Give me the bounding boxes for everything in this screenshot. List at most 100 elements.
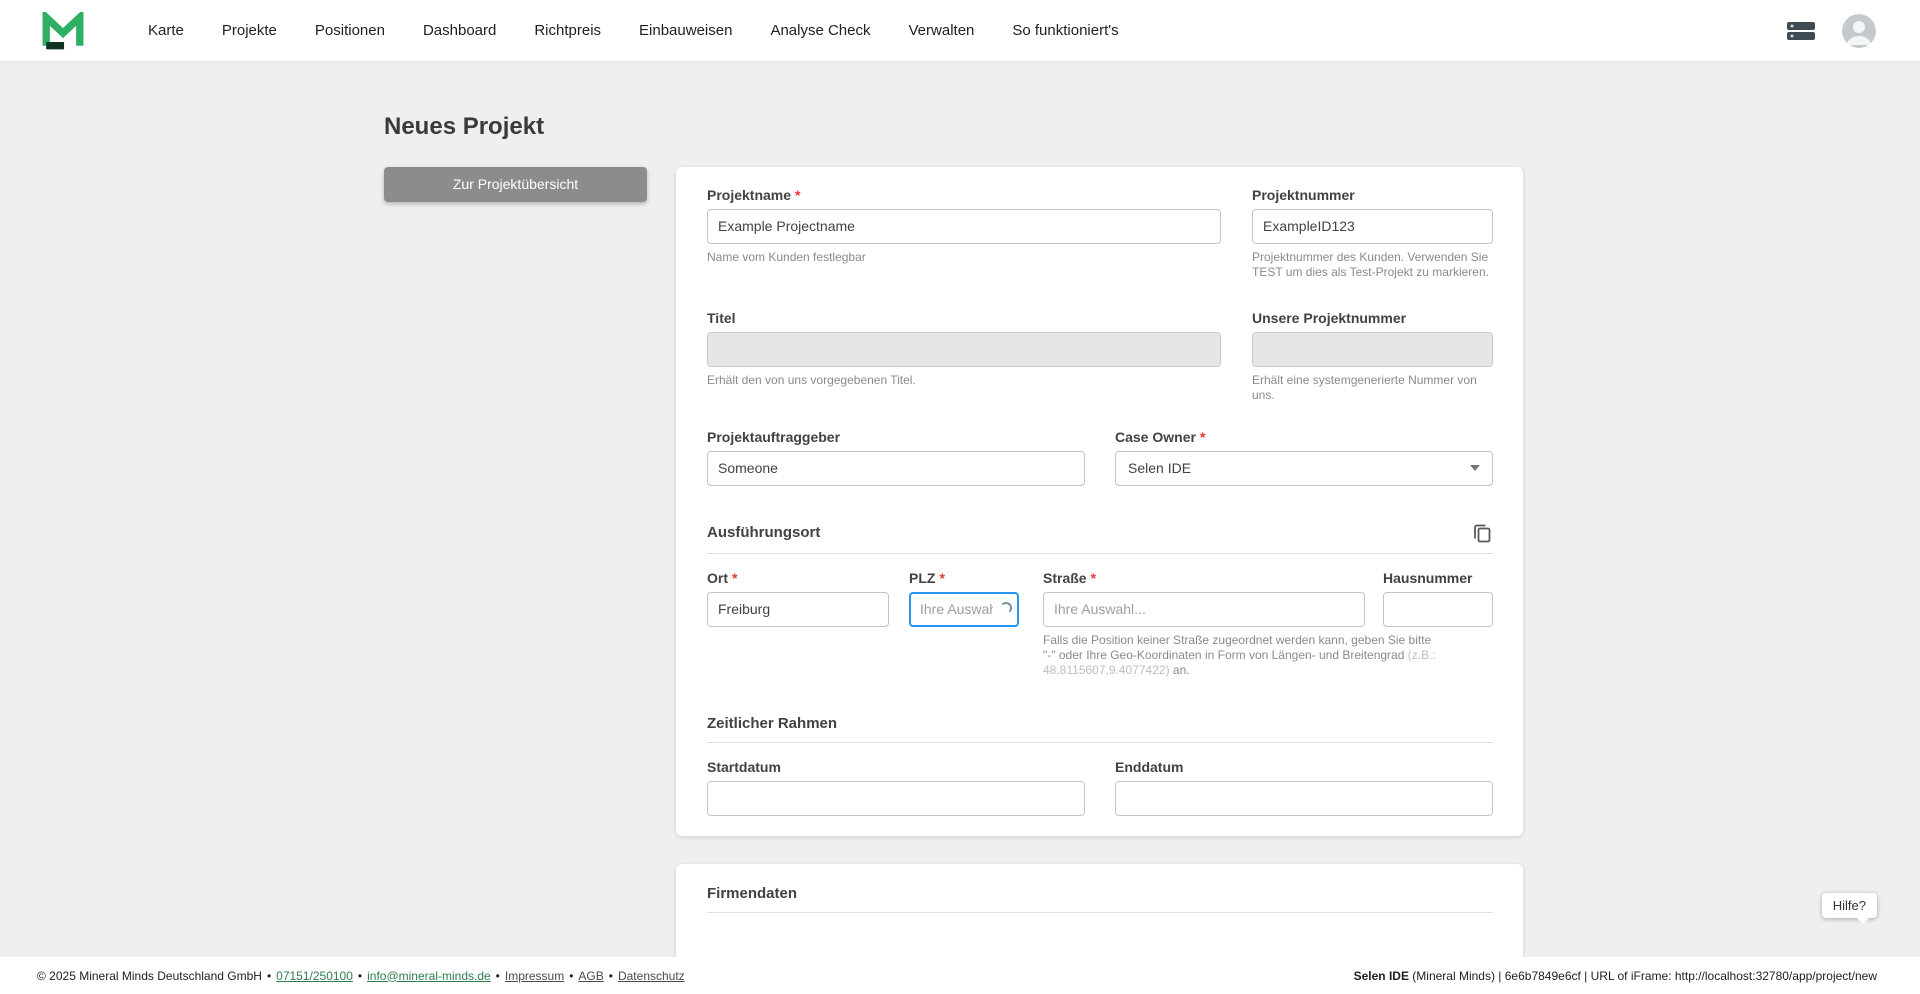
row-titel-unsere-projektnummer: Titel Erhält den von uns vorgegebenen Ti… — [707, 310, 1493, 403]
footer-copyright: © 2025 Mineral Minds Deutschland GmbH — [37, 968, 262, 983]
startdatum-label: Startdatum — [707, 758, 781, 775]
footer-separator: • — [569, 968, 574, 983]
nav-item-einbauweisen[interactable]: Einbauweisen — [639, 22, 732, 39]
field-hausnummer: Hausnummer — [1383, 570, 1493, 678]
projektname-helper: Name vom Kunden festlegbar — [707, 249, 866, 264]
app-screen: Karte Projekte Positionen Dashboard Rich… — [0, 0, 1920, 994]
ort-input[interactable] — [707, 591, 889, 627]
titel-helper: Erhält den von uns vorgegebenen Titel. — [707, 372, 916, 387]
main-content: Neues Projekt Zur Projektübersicht Proje… — [384, 61, 1523, 994]
section-firmendaten: Firmendaten — [707, 884, 1493, 913]
projektnummer-label: Projektnummer — [1252, 186, 1355, 203]
strasse-helper-suffix: an. — [1169, 662, 1190, 677]
field-enddatum: Enddatum — [1115, 759, 1493, 816]
footer-separator: • — [266, 968, 272, 983]
zeitlicher-rahmen-heading: Zeitlicher Rahmen — [707, 714, 838, 732]
session-details: (Mineral Minds) | 6e6b7849e6cf | URL of … — [1408, 968, 1877, 983]
startdatum-input[interactable] — [707, 780, 1085, 816]
nav-item-analyse-check[interactable]: Analyse Check — [770, 22, 870, 39]
footer-separator: • — [495, 968, 500, 983]
field-plz: PLZ * — [909, 570, 1019, 678]
case-owner-select[interactable]: Selen IDE — [1115, 450, 1493, 486]
enddatum-input[interactable] — [1115, 780, 1493, 816]
footer-agb-link[interactable]: AGB — [578, 969, 603, 983]
footer-datenschutz-link[interactable]: Datenschutz — [618, 969, 685, 983]
user-avatar[interactable] — [1842, 13, 1876, 48]
row-auftraggeber-caseowner: Projektauftraggeber Case Owner* Selen ID… — [707, 429, 1493, 486]
session-user: Selen IDE — [1353, 968, 1409, 983]
unsere-projektnummer-helper: Erhält eine systemgenerierte Nummer von … — [1252, 372, 1477, 402]
projektauftraggeber-input[interactable] — [707, 450, 1085, 486]
mineral-minds-logo-icon — [42, 11, 84, 49]
hausnummer-input[interactable] — [1383, 591, 1493, 627]
projektname-label: Projektname * — [707, 187, 1221, 203]
field-titel: Titel Erhält den von uns vorgegebenen Ti… — [707, 310, 1221, 403]
footer-impressum-link[interactable]: Impressum — [505, 969, 564, 983]
ausfuehrungsort-heading: Ausführungsort — [707, 524, 821, 542]
field-unsere-projektnummer: Unsere Projektnummer Erhält eine systemg… — [1252, 310, 1493, 403]
field-projektnummer: Projektnummer Projektnummer des Kunden. … — [1252, 187, 1493, 280]
strasse-helper-text: Falls die Position keiner Straße zugeord… — [1043, 632, 1432, 662]
row-dates: Startdatum Enddatum — [707, 759, 1493, 816]
required-marker: * — [1090, 569, 1097, 586]
firmendaten-heading: Firmendaten — [707, 884, 798, 902]
footer-separator: • — [357, 968, 363, 983]
page-title: Neues Projekt — [384, 113, 545, 140]
section-zeitlicher-rahmen: Zeitlicher Rahmen — [707, 714, 1493, 743]
footer-left: © 2025 Mineral Minds Deutschland GmbH • … — [37, 969, 685, 983]
mineral-minds-logo[interactable] — [42, 11, 84, 50]
row-projektname-projektnummer: Projektname* Name vom Kunden festlegbar … — [707, 187, 1493, 280]
strasse-label-text: Straße — [1043, 569, 1087, 586]
server-icon[interactable] — [1786, 19, 1816, 43]
nav-item-so-funktionierts[interactable]: So funktioniert's — [1012, 22, 1118, 39]
strasse-label: Straße * — [1043, 570, 1365, 586]
footer-separator: • — [608, 968, 613, 983]
help-button[interactable]: Hilfe? — [1821, 893, 1877, 924]
projektnummer-helper: Projektnummer des Kunden. Verwenden Sie … — [1252, 249, 1489, 279]
field-projektname: Projektname* Name vom Kunden festlegbar — [707, 187, 1221, 280]
copy-icon[interactable] — [1471, 522, 1493, 544]
nav-right-actions — [1786, 13, 1876, 48]
projektauftraggeber-label: Projektauftraggeber — [707, 428, 841, 445]
nav-item-dashboard[interactable]: Dashboard — [423, 22, 496, 39]
left-actions-column: Zur Projektübersicht — [384, 166, 647, 202]
field-strasse: Straße* Falls die Position keiner Straße… — [1043, 570, 1436, 678]
required-marker: * — [732, 569, 738, 586]
field-projektauftraggeber: Projektauftraggeber — [707, 429, 1085, 486]
case-owner-selected-value: Selen IDE — [1128, 460, 1192, 477]
project-form-card: Projektname* Name vom Kunden festlegbar … — [676, 166, 1523, 836]
plz-label: PLZ * — [909, 570, 1019, 586]
enddatum-label: Enddatum — [1115, 758, 1184, 775]
projektname-label-text: Projektname — [707, 186, 792, 203]
field-case-owner: Case Owner * Selen IDE — [1115, 429, 1493, 486]
case-owner-label: Case Owner * — [1115, 429, 1493, 445]
nav-item-projekte[interactable]: Projekte — [222, 22, 277, 39]
footer-session-info: Selen IDE (Mineral Minds) | 6e6b7849e6cf… — [1354, 969, 1877, 983]
nav-item-positionen[interactable]: Positionen — [315, 22, 385, 39]
hausnummer-label: Hausnummer — [1383, 569, 1473, 586]
footer: © 2025 Mineral Minds Deutschland GmbH • … — [0, 957, 1920, 994]
top-navigation: Karte Projekte Positionen Dashboard Rich… — [0, 0, 1920, 61]
main-nav: Karte Projekte Positionen Dashboard Rich… — [148, 22, 1119, 39]
projektnummer-input[interactable] — [1252, 208, 1493, 244]
row-address: Ort* PLZ* — [707, 570, 1493, 678]
chevron-down-icon — [1470, 465, 1480, 472]
field-ort: Ort * — [707, 570, 889, 678]
nav-item-karte[interactable]: Karte — [148, 22, 184, 39]
ort-label-text: Ort — [707, 569, 728, 586]
case-owner-label-text: Case Owner — [1115, 428, 1196, 445]
unsere-projektnummer-input — [1252, 331, 1493, 367]
footer-email-link[interactable]: info@mineral-minds.de — [367, 969, 491, 983]
footer-phone-link[interactable]: 07151/250100 — [276, 969, 353, 983]
required-marker: * — [795, 186, 801, 203]
projektname-input[interactable] — [707, 208, 1221, 244]
nav-item-verwalten[interactable]: Verwalten — [909, 22, 975, 39]
field-startdatum: Startdatum — [707, 759, 1085, 816]
strasse-input[interactable] — [1043, 591, 1365, 627]
titel-input — [707, 331, 1221, 367]
strasse-helper: Falls die Position keiner Straße zugeord… — [1043, 633, 1438, 678]
titel-label: Titel — [707, 309, 736, 326]
required-marker: * — [1199, 428, 1206, 445]
back-to-project-overview-button[interactable]: Zur Projektübersicht — [384, 166, 647, 202]
nav-item-richtpreis[interactable]: Richtpreis — [534, 22, 601, 39]
